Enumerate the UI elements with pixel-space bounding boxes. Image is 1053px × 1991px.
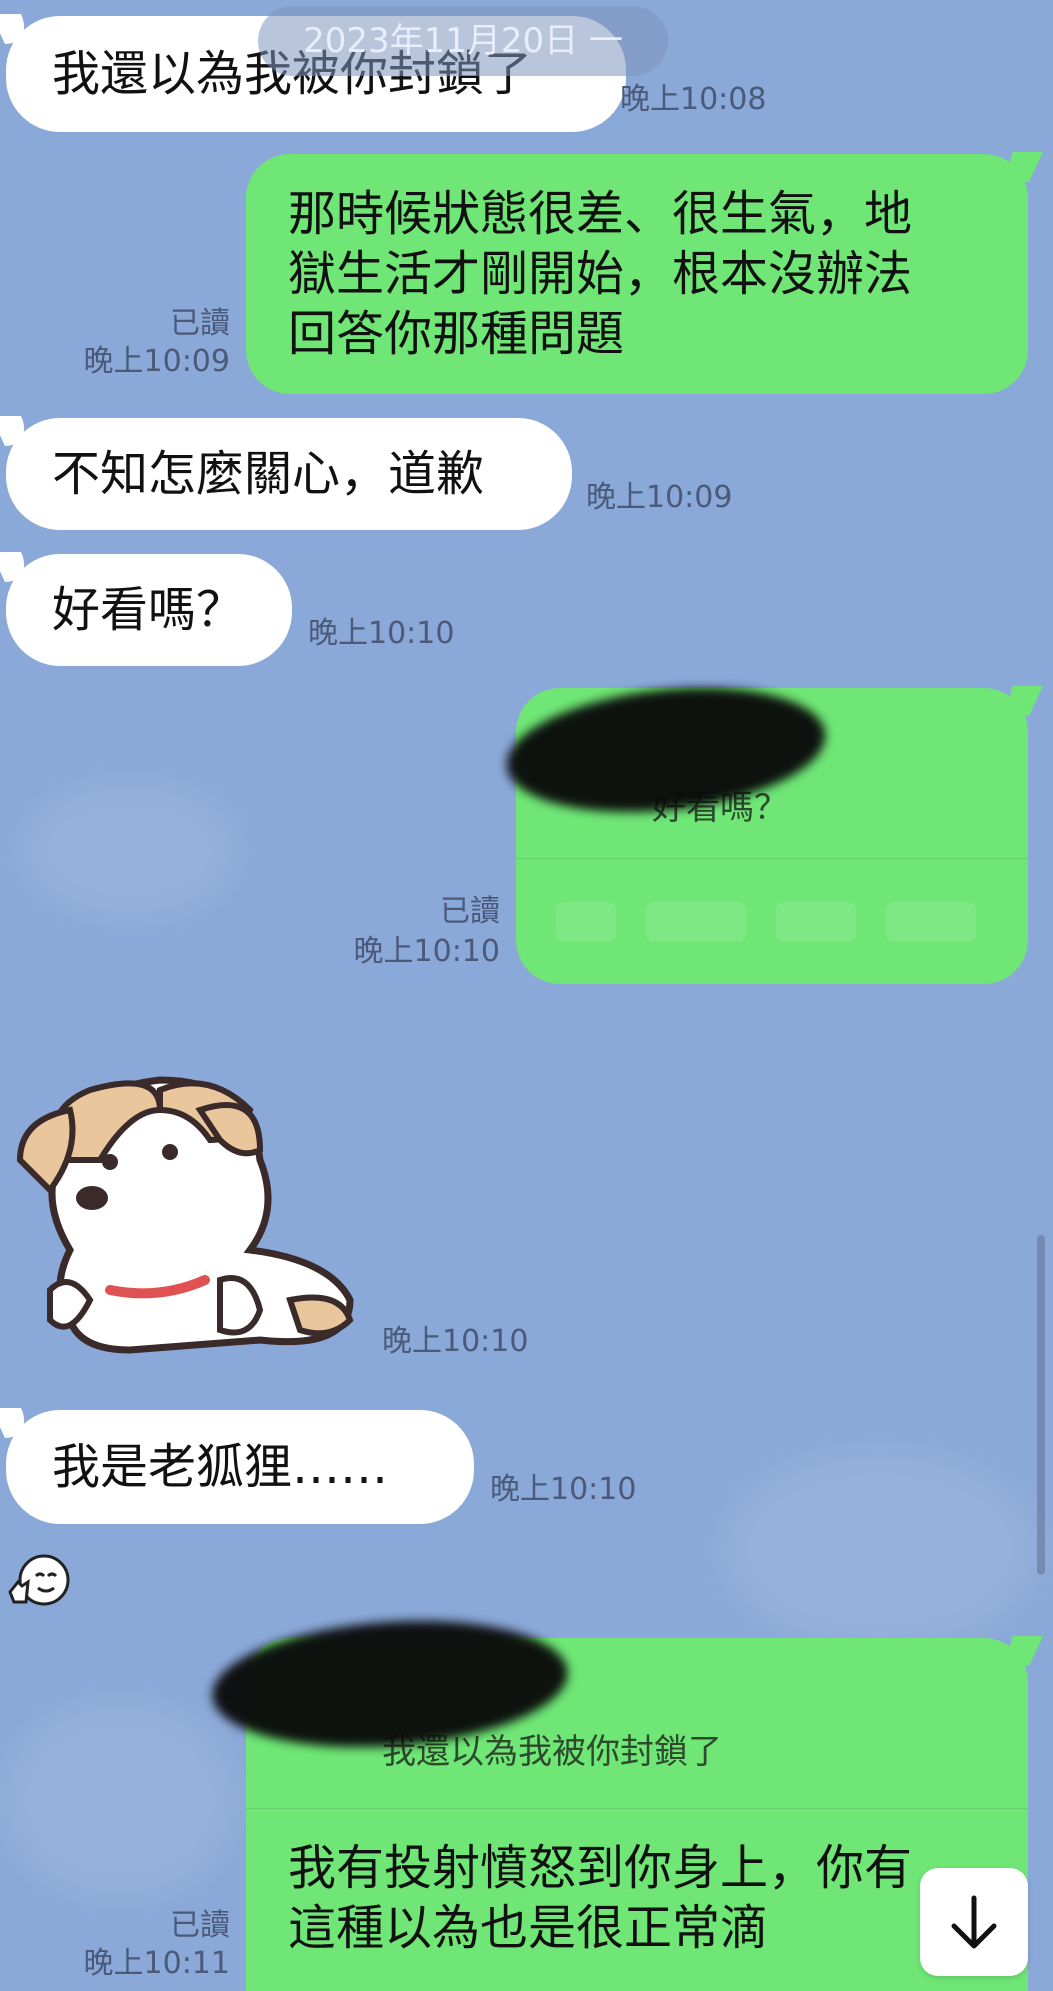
bubble-tail <box>999 152 1043 182</box>
message-text: 我是老狐狸…… <box>52 1439 389 1495</box>
incoming-message[interactable]: 不知怎麼關心，道歉 <box>0 416 572 530</box>
read-receipt: 已讀 <box>440 894 500 929</box>
image-thumbnail-faded <box>556 902 976 942</box>
read-receipt: 已讀 <box>170 306 230 341</box>
bubble-tail <box>0 14 35 44</box>
incoming-message[interactable]: 我是老狐狸…… <box>0 1408 474 1524</box>
background-cloud <box>720 1450 1040 1650</box>
outgoing-message[interactable]: 那時候狀態很差、很生氣，地 獄生活才剛開始，根本沒辦法 回答你那種問題 <box>246 152 1043 394</box>
background-cloud <box>0 1700 240 1900</box>
message-text: 好看嗎？ <box>52 582 245 638</box>
message-line: 這種以為也是很正常滴 <box>288 1900 769 1956</box>
incoming-message[interactable]: 好看嗎？ <box>0 552 292 666</box>
arrow-down-icon <box>951 1895 997 1949</box>
background-cloud <box>20 780 240 920</box>
message-time: 晚上10:10 <box>382 1324 529 1359</box>
message-text: 不知怎麼關心，道歉 <box>52 446 485 502</box>
scroll-to-bottom-button[interactable] <box>920 1868 1028 1976</box>
message-time: 晚上10:10 <box>353 934 500 969</box>
message-time: 晚上10:09 <box>586 480 733 515</box>
message-line: 獄生活才剛開始，根本沒辦法 <box>288 246 913 302</box>
message-line: 那時候狀態很差、很生氣，地 <box>288 186 913 242</box>
bubble-tail <box>0 416 35 446</box>
thumbs-up-face-icon[interactable] <box>8 1552 70 1608</box>
message-time: 晚上10:08 <box>620 82 767 117</box>
message-time: 晚上10:11 <box>83 1946 230 1981</box>
scrollbar[interactable] <box>1037 1235 1045 1575</box>
date-header: 2023年11月20日 一 <box>258 6 668 76</box>
message-body: 我有投射憤怒到你身上，你有 這種以為也是很正常滴 <box>288 1838 912 1958</box>
message-time: 晚上10:09 <box>83 344 230 379</box>
bubble-tail <box>0 1408 35 1438</box>
message-time: 晚上10:10 <box>490 1472 637 1507</box>
message-line: 我有投射憤怒到你身上，你有 <box>288 1840 913 1896</box>
read-receipt: 已讀 <box>170 1908 230 1943</box>
message-line: 回答你那種問題 <box>288 306 625 362</box>
bubble-tail <box>0 552 35 582</box>
message-time: 晚上10:10 <box>308 616 455 651</box>
puppy-sticker-icon[interactable] <box>10 1050 360 1360</box>
